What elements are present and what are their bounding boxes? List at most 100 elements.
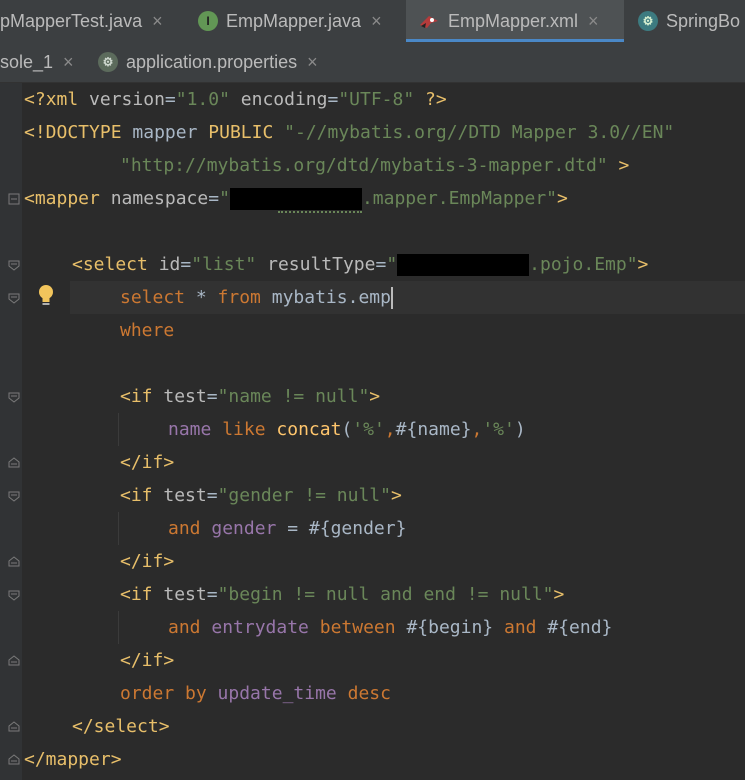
eq: = [206, 584, 218, 605]
code-line-15: </if> [120, 545, 174, 578]
close-icon[interactable]: × [63, 52, 74, 73]
fold-expand-end-icon[interactable] [8, 754, 20, 766]
tab-label: sole_1 [0, 51, 54, 72]
code-line-21: </mapper> [24, 743, 122, 776]
mapper-open-tag: <mapper [24, 188, 100, 209]
tab-empmapper-java[interactable]: I EmpMapper.java × [182, 0, 404, 42]
mapper-close-tag: </mapper> [24, 749, 122, 770]
fold-collapse-icon[interactable] [8, 292, 20, 304]
tab-empmapper-xml[interactable]: EmpMapper.xml × [406, 0, 624, 42]
quote: " [386, 254, 398, 275]
tag-close: > [390, 485, 402, 506]
comma: , [471, 419, 483, 440]
fold-expand-end-icon[interactable] [8, 457, 20, 469]
code-line-20: </select> [72, 710, 170, 743]
attr-encoding: encoding [240, 89, 328, 110]
indent-guide [118, 611, 119, 644]
sql-string: '%' [482, 419, 515, 440]
attr-namespace: namespace [110, 188, 209, 209]
select-close-tag: </select> [72, 716, 170, 737]
attr-test-value: "name != null" [217, 386, 370, 407]
code-line-16: <if test="begin != null and end != null"… [120, 578, 564, 611]
sql-param: #{gender} [308, 518, 407, 539]
code-line-7: select * from mybatis.emp [120, 281, 393, 314]
eq: = [180, 254, 192, 275]
fold-collapse-icon[interactable] [8, 490, 20, 502]
attr-id: id [158, 254, 181, 275]
namespace-suffix: .mapper.EmpMapper" [361, 188, 558, 209]
sql-column: entrydate [211, 617, 309, 638]
if-close-tag: </if> [120, 551, 175, 572]
tab-springboot[interactable]: ⚙ SpringBo [626, 0, 745, 42]
paren: ) [514, 419, 526, 440]
tab-label: pMapperTest.java [0, 10, 143, 31]
attr-test: test [163, 584, 207, 605]
fold-expand-end-icon[interactable] [8, 655, 20, 667]
fold-expand-end-icon[interactable] [8, 721, 20, 733]
fold-expand-end-icon[interactable] [8, 556, 20, 568]
attr-version-value: "1.0" [175, 89, 230, 110]
editor-gutter [0, 83, 22, 780]
fold-collapse-icon[interactable] [8, 259, 20, 271]
sql-keyword: and [168, 617, 201, 638]
lightbulb-icon[interactable] [37, 283, 55, 309]
tab-label: EmpMapper.xml [448, 10, 579, 31]
code-line-3: "http://mybatis.org/dtd/mybatis-3-mapper… [120, 149, 629, 182]
if-open-tag: <if [120, 584, 153, 605]
spring-boot-icon: ⚙ [638, 11, 658, 31]
spelling-squiggle [277, 209, 362, 213]
tag-close: > [553, 584, 565, 605]
code-line-13: <if test="gender != null"> [120, 479, 402, 512]
sql-param: #{name} [395, 419, 472, 440]
interface-icon: I [198, 11, 218, 31]
redacted-package [397, 254, 530, 276]
sql-keyword: order by [120, 683, 207, 704]
tab-label: EmpMapper.java [226, 10, 362, 31]
attr-test-value: "gender != null" [217, 485, 391, 506]
comma: , [384, 419, 396, 440]
sql-column: update_time [217, 683, 337, 704]
sql-param: #{begin} [406, 617, 494, 638]
sql-table: mybatis.emp [260, 287, 391, 308]
fold-collapse-icon[interactable] [8, 193, 20, 205]
indent-guide [118, 413, 119, 446]
sql-keyword: between [319, 617, 396, 638]
resulttype-suffix: .pojo.Emp" [529, 254, 638, 275]
eq: = [208, 188, 220, 209]
sql-keyword: where [120, 320, 175, 341]
sql-column: name [168, 419, 212, 440]
fold-collapse-icon[interactable] [8, 589, 20, 601]
attr-test-value: "begin != null and end != null" [217, 584, 554, 605]
code-line-11: name like concat('%',#{name},'%') [168, 413, 526, 446]
attr-id-value: "list" [191, 254, 257, 275]
close-icon[interactable]: × [588, 11, 599, 32]
sql-keyword: desc [347, 683, 391, 704]
tab-application-properties[interactable]: ⚙ application.properties × [86, 42, 356, 82]
sql-keyword: from [217, 287, 261, 308]
tab-console[interactable]: sole_1 × [0, 42, 84, 82]
eq: = [206, 386, 218, 407]
xml-decl-open: <? [24, 89, 46, 110]
eq: = [206, 485, 218, 506]
editor-tab-bar-row-2: sole_1 × ⚙ application.properties × [0, 42, 745, 83]
doctype-open: <!DOCTYPE [24, 122, 122, 143]
if-close-tag: </if> [120, 452, 175, 473]
close-icon[interactable]: × [152, 11, 163, 32]
sql-keyword: and [504, 617, 537, 638]
doctype-name: mapper [132, 122, 198, 143]
sql-keyword: select [120, 287, 186, 308]
indent-guide [118, 512, 119, 545]
quote: " [219, 188, 230, 209]
eq: = [375, 254, 387, 275]
close-icon[interactable]: × [371, 11, 382, 32]
fold-collapse-icon[interactable] [8, 391, 20, 403]
tag-close: > [637, 254, 649, 275]
paren: ( [341, 419, 353, 440]
tab-label: SpringBo [666, 10, 741, 31]
eq: = [327, 89, 339, 110]
code-editor[interactable]: <?xml version="1.0" encoding="UTF-8" ?> … [0, 83, 745, 780]
tab-empmappertest-java[interactable]: pMapperTest.java × [0, 0, 180, 42]
code-line-19: order by update_time desc [120, 677, 391, 710]
sql-param: #{end} [547, 617, 613, 638]
close-icon[interactable]: × [307, 52, 318, 73]
